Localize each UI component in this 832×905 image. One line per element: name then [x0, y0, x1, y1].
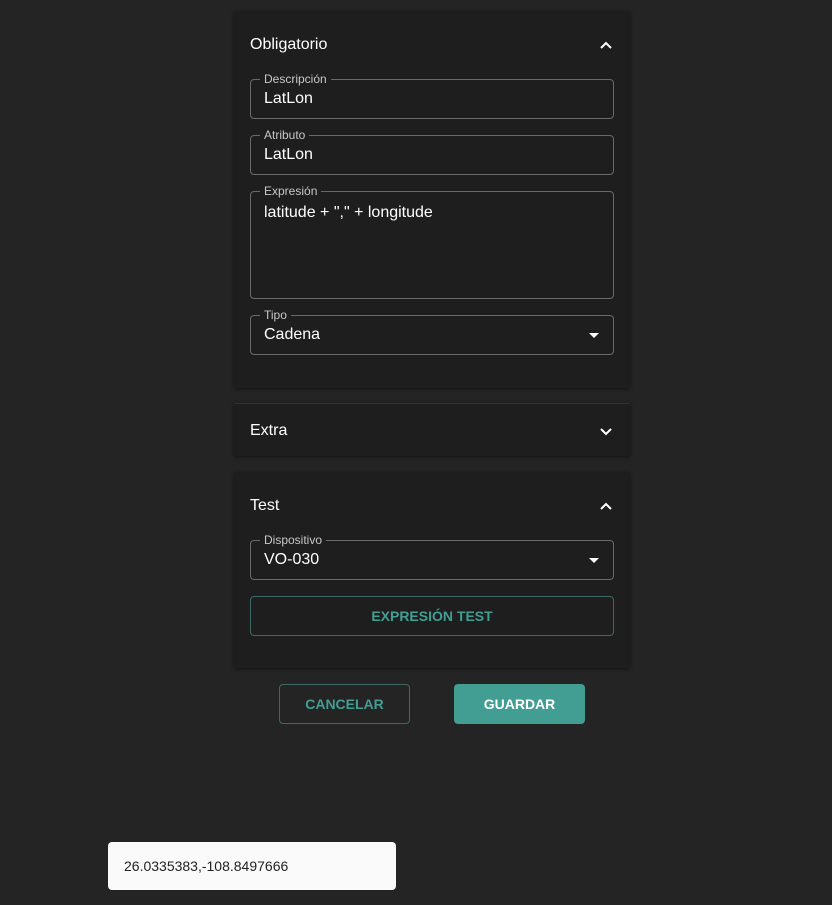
obligatorio-title: Obligatorio [250, 36, 328, 53]
extra-panel: Extra [234, 403, 630, 456]
expresion-textarea[interactable]: Expresión latitude + "," + longitude [250, 184, 614, 299]
save-button[interactable]: GUARDAR [454, 684, 585, 724]
extra-title: Extra [250, 421, 288, 439]
dispositivo-label: Dispositivo [260, 533, 327, 547]
atributo-field[interactable]: Atributo LatLon [250, 128, 614, 175]
obligatorio-panel: Obligatorio Descripción LatLon Atributo … [234, 11, 630, 388]
descripcion-value: LatLon [264, 90, 313, 107]
test-title: Test [250, 497, 280, 514]
obligatorio-header[interactable]: Obligatorio [234, 11, 630, 79]
descripcion-field[interactable]: Descripción LatLon [250, 72, 614, 119]
descripcion-label: Descripción [260, 72, 331, 86]
extra-header[interactable]: Extra [234, 404, 630, 457]
chevron-up-icon [600, 41, 612, 49]
dropdown-arrow-icon [589, 333, 599, 338]
expresion-label: Expresión [260, 184, 322, 198]
expresion-value: latitude + "," + longitude [264, 204, 433, 221]
atributo-value: LatLon [264, 146, 313, 163]
snackbar: 26.0335383,-108.8497666 [108, 842, 396, 890]
dropdown-arrow-icon [589, 558, 599, 563]
atributo-label: Atributo [260, 128, 310, 142]
expresion-test-button[interactable]: EXPRESIÓN TEST [250, 596, 614, 636]
chevron-up-icon [600, 502, 612, 510]
chevron-down-icon [600, 427, 612, 435]
tipo-select[interactable]: Tipo Cadena [250, 308, 614, 355]
dispositivo-select[interactable]: Dispositivo VO-030 [250, 533, 614, 580]
snackbar-message: 26.0335383,-108.8497666 [124, 858, 289, 874]
tipo-value: Cadena [264, 326, 321, 343]
tipo-label: Tipo [260, 308, 291, 322]
dispositivo-value: VO-030 [264, 551, 320, 568]
test-panel: Test Dispositivo VO-030 EXPRESIÓN TEST [234, 472, 630, 668]
test-header[interactable]: Test [234, 472, 630, 540]
cancel-button[interactable]: CANCELAR [279, 684, 410, 724]
